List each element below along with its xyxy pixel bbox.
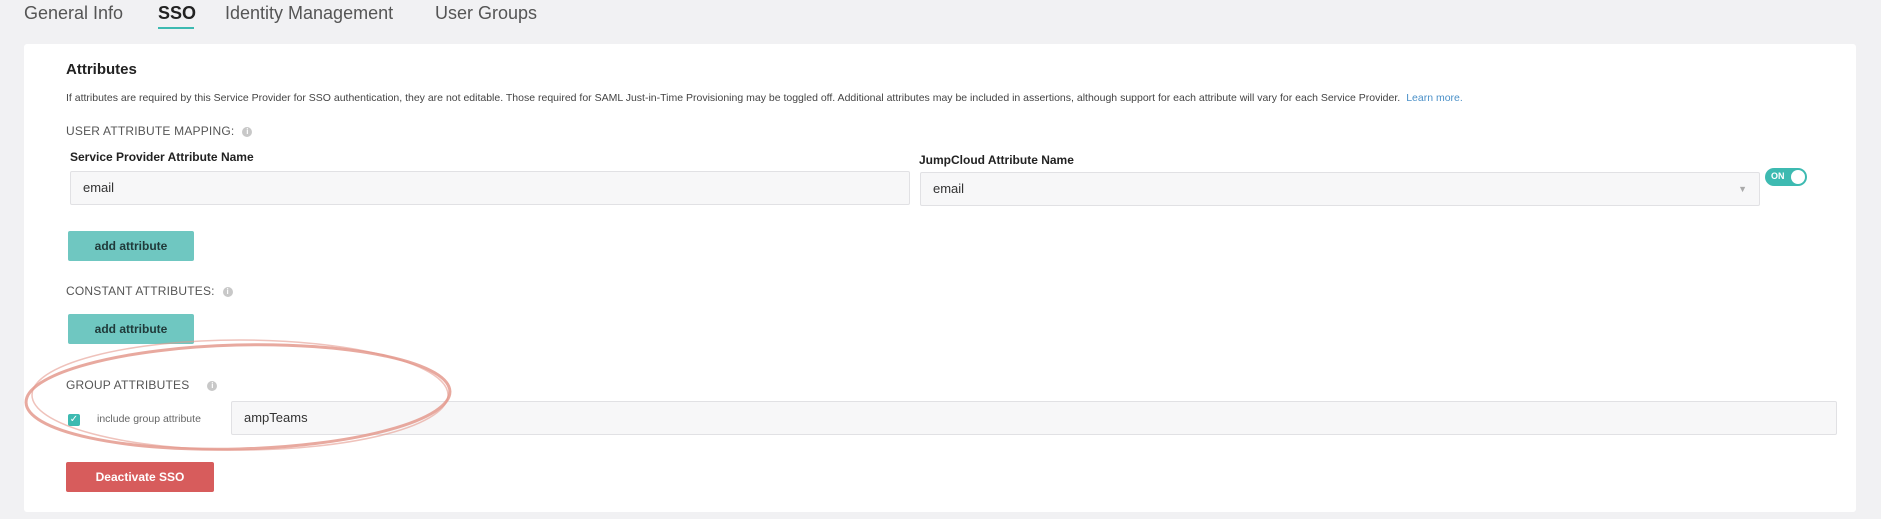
sp-attribute-name-label: Service Provider Attribute Name <box>70 150 254 164</box>
tab-identity-management[interactable]: Identity Management <box>225 0 393 26</box>
attributes-card: Attributes If attributes are required by… <box>24 44 1856 512</box>
tab-general-info[interactable]: General Info <box>24 0 123 26</box>
active-tab-indicator <box>158 27 194 29</box>
user-attribute-mapping-label: USER ATTRIBUTE MAPPING: i <box>66 124 253 138</box>
sp-attribute-name-input[interactable]: email <box>70 171 910 205</box>
group-attributes-label: GROUP ATTRIBUTES i <box>66 378 218 392</box>
description-text: If attributes are required by this Servi… <box>66 92 1401 104</box>
constant-attributes-label: CONSTANT ATTRIBUTES: i <box>66 284 233 298</box>
group-attribute-name-input[interactable]: ampTeams <box>231 401 1837 435</box>
toggle-label: ON <box>1771 171 1785 181</box>
attributes-title: Attributes <box>66 61 137 78</box>
info-icon[interactable]: i <box>207 380 218 391</box>
tab-bar: General Info SSO Identity Management Use… <box>0 0 1881 36</box>
info-icon[interactable]: i <box>242 126 253 137</box>
jc-attribute-select[interactable]: email ▼ <box>920 172 1760 206</box>
add-constant-attribute-button[interactable]: add attribute <box>68 314 194 344</box>
include-group-attribute-checkbox[interactable]: ✓ <box>68 414 80 426</box>
jc-attribute-value: email <box>933 181 965 196</box>
toggle-knob <box>1791 170 1805 184</box>
learn-more-link[interactable]: Learn more. <box>1406 92 1463 104</box>
group-attributes-text: GROUP ATTRIBUTES <box>66 378 190 392</box>
info-icon[interactable]: i <box>222 286 233 297</box>
check-icon: ✓ <box>69 414 79 425</box>
constant-attributes-text: CONSTANT ATTRIBUTES: <box>66 284 215 298</box>
user-attribute-mapping-text: USER ATTRIBUTE MAPPING: <box>66 124 235 138</box>
chevron-down-icon: ▼ <box>1738 184 1747 194</box>
tab-user-groups[interactable]: User Groups <box>435 0 537 26</box>
deactivate-sso-button[interactable]: Deactivate SSO <box>66 462 214 492</box>
include-group-attribute-label: include group attribute <box>97 413 201 425</box>
attribute-toggle[interactable]: ON <box>1765 168 1807 186</box>
jc-attribute-name-label: JumpCloud Attribute Name <box>919 153 1074 167</box>
attributes-description: If attributes are required by this Servi… <box>66 92 1463 104</box>
tab-sso[interactable]: SSO <box>158 0 196 26</box>
add-user-attribute-button[interactable]: add attribute <box>68 231 194 261</box>
